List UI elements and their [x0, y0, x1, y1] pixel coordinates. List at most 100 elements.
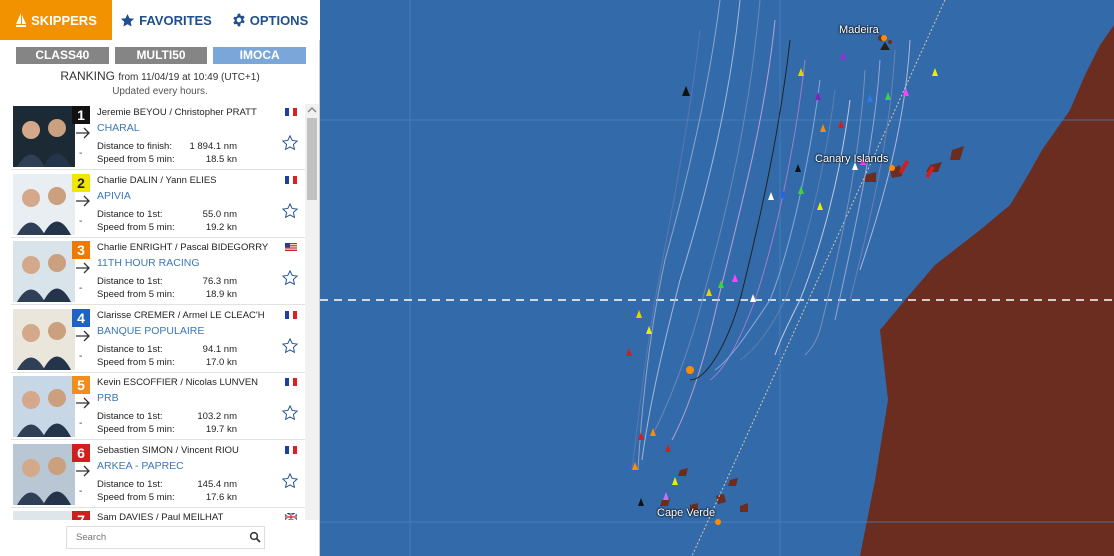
tab-skippers-label: SKIPPERS [31, 12, 97, 28]
distance-value: 55.0 nm [202, 209, 237, 220]
class-filter: CLASS40 MULTI50 IMOCA [16, 47, 307, 64]
distance-label: Distance to 1st: [97, 344, 163, 355]
skipper-entry[interactable]: 7 Sam DAVIES / Paul MEILHAT [11, 509, 305, 520]
favorite-star-icon[interactable] [281, 472, 299, 490]
skipper-names: Clarisse CREMER / Armel LE CLEAC'H [97, 310, 265, 321]
france-flag-icon [285, 311, 297, 319]
distance-value: 76.3 nm [202, 276, 237, 287]
trend-indicator: - [79, 351, 83, 362]
rank-badge: 7 [72, 511, 90, 520]
france-flag-icon [285, 446, 297, 454]
favorite-star-icon[interactable] [281, 134, 299, 152]
scroll-up-icon[interactable] [305, 104, 319, 116]
skipper-entry[interactable]: 2 - Charlie DALIN / Yann ELIES APIVIA Distan… [11, 172, 305, 238]
skipper-photo [13, 511, 75, 520]
tab-favorites[interactable]: FAVORITES [112, 0, 220, 40]
map-label-canary-islands: Canary Islands [815, 153, 889, 165]
skipper-names: Sam DAVIES / Paul MEILHAT [97, 512, 224, 520]
search-input[interactable] [67, 527, 237, 548]
scroll-thumb[interactable] [307, 118, 317, 200]
tab-options[interactable]: OPTIONS [220, 0, 320, 40]
favorite-star-icon[interactable] [281, 269, 299, 287]
favorite-star-icon[interactable] [281, 337, 299, 355]
speed-value: 17.6 kn [205, 492, 237, 503]
distance-value: 1 894.1 nm [189, 141, 237, 152]
rank-badge: 3 [72, 241, 90, 259]
tab-bar: SKIPPERS FAVORITES OPTIONS [0, 0, 320, 40]
gear-icon [233, 13, 245, 27]
tab-skippers[interactable]: SKIPPERS [0, 0, 112, 40]
favorite-star-icon[interactable] [281, 202, 299, 220]
boat-name[interactable]: BANQUE POPULAIRE [97, 325, 204, 337]
ranking-header: RANKING from 11/04/19 at 10:49 (UTC+1) U… [0, 69, 320, 99]
trend-indicator: - [79, 486, 83, 497]
distance-value: 145.4 nm [197, 479, 237, 490]
skipper-names: Jeremie BEYOU / Christopher PRATT [97, 107, 257, 118]
map-canvas[interactable] [320, 0, 1114, 556]
skipper-names: Charlie DALIN / Yann ELIES [97, 175, 217, 186]
search-box [66, 526, 265, 549]
france-flag-icon [285, 378, 297, 386]
list-scrollbar[interactable] [305, 104, 319, 520]
skipper-entry[interactable]: 1 - Jeremie BEYOU / Christopher PRATT CHARA… [11, 104, 305, 170]
class-button-class40[interactable]: CLASS40 [16, 47, 109, 64]
distance-label: Distance to 1st: [97, 276, 163, 287]
skipper-entry[interactable]: 6 - Sebastien SIMON / Vincent RIOU ARKEA - … [11, 442, 305, 508]
trend-indicator: - [79, 148, 83, 159]
ranking-date: from 11/04/19 at 10:49 (UTC+1) [118, 72, 260, 83]
speed-value: 18.5 kn [205, 154, 237, 165]
sidebar: SKIPPERS FAVORITES OPTIONS CLASS40 MULTI… [0, 0, 320, 556]
uk-flag-icon [285, 513, 297, 520]
skipper-photo [13, 309, 75, 370]
favorite-star-icon[interactable] [281, 404, 299, 422]
skipper-photo [13, 444, 75, 505]
skipper-entry[interactable]: 5 - Kevin ESCOFFIER / Nicolas LUNVEN PRB Dis… [11, 374, 305, 440]
boat-name[interactable]: PRB [97, 392, 119, 404]
class-button-imoca[interactable]: IMOCA [213, 47, 307, 64]
boat-name[interactable]: APIVIA [97, 190, 131, 202]
class-button-multi50[interactable]: MULTI50 [114, 47, 208, 64]
arrow-right-icon [76, 195, 90, 207]
rank-badge: 6 [72, 444, 90, 462]
map-label-cape-verde: Cape Verde [657, 507, 716, 519]
tab-favorites-label: FAVORITES [139, 12, 212, 28]
trend-indicator: - [79, 418, 83, 429]
france-flag-icon [285, 108, 297, 116]
skipper-photo [13, 106, 75, 167]
boat-tracks [631, 0, 911, 471]
race-map[interactable]: Madeira Canary Islands Cape Verde [320, 0, 1114, 556]
france-flag-icon [285, 176, 297, 184]
rank-badge: 1 [72, 106, 90, 124]
arrow-right-icon [76, 465, 90, 477]
star-icon [121, 13, 135, 26]
boat-name[interactable]: CHARAL [97, 122, 140, 134]
skipper-names: Charlie ENRIGHT / Pascal BIDEGORRY [97, 242, 269, 253]
skipper-list: 1 - Jeremie BEYOU / Christopher PRATT CHARA… [11, 104, 305, 520]
ranking-title: RANKING [60, 69, 116, 83]
rank-badge: 2 [72, 174, 90, 192]
rank-badge: 5 [72, 376, 90, 394]
trend-indicator: - [79, 216, 83, 227]
tab-options-label: OPTIONS [249, 12, 309, 28]
speed-value: 19.7 kn [205, 424, 237, 435]
boat-name[interactable]: ARKEA - PAPREC [97, 460, 184, 472]
skipper-photo [13, 174, 75, 235]
distance-value: 94.1 nm [202, 344, 237, 355]
distance-label: Distance to 1st: [97, 209, 163, 220]
usa-flag-icon [285, 243, 297, 251]
rank-badge: 4 [72, 309, 90, 327]
skipper-names: Kevin ESCOFFIER / Nicolas LUNVEN [97, 377, 259, 388]
search-icon[interactable] [249, 531, 261, 543]
boat-name[interactable]: 11TH HOUR RACING [97, 257, 199, 269]
skipper-photo [13, 241, 75, 302]
trend-indicator: - [79, 283, 83, 294]
ranking-update-note: Updated every hours. [112, 86, 208, 97]
speed-value: 18.9 kn [205, 289, 237, 300]
skipper-entry[interactable]: 4 - Clarisse CREMER / Armel LE CLEAC'H BANQ… [11, 307, 305, 373]
map-label-madeira: Madeira [839, 24, 879, 36]
sail-icon [16, 13, 27, 27]
arrow-right-icon [76, 262, 90, 274]
skipper-names: Sebastien SIMON / Vincent RIOU [97, 445, 239, 456]
skipper-entry[interactable]: 3 - Charlie ENRIGHT / Pascal BIDEGORRY 11TH… [11, 239, 305, 305]
distance-label: Distance to 1st: [97, 411, 163, 422]
